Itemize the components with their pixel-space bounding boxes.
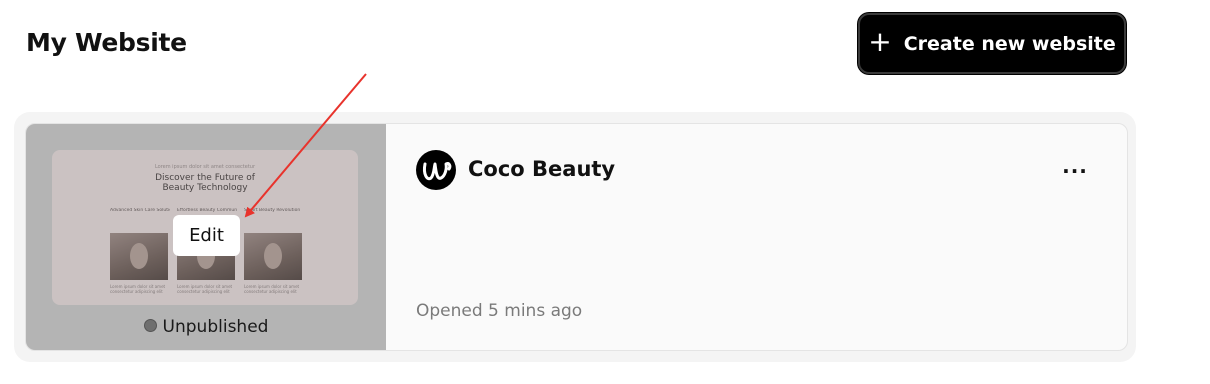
status-label: Unpublished	[162, 317, 269, 337]
plus-icon: +	[868, 25, 892, 58]
publish-status: Unpublished	[26, 317, 386, 337]
create-new-website-label: Create new website	[903, 32, 1116, 55]
site-name[interactable]: Coco Beauty	[468, 157, 615, 181]
status-dot-icon	[143, 319, 157, 332]
website-card[interactable]: Lorem ipsum dolor sit amet consectetur D…	[25, 123, 1128, 351]
create-new-website-button[interactable]: + Create new website	[858, 13, 1126, 74]
more-options-icon[interactable]: ···	[1058, 159, 1092, 183]
edit-button[interactable]: Edit	[173, 215, 240, 256]
page-title: My Website	[26, 28, 187, 57]
last-opened-text: Opened 5 mins ago	[416, 301, 583, 321]
website-preview[interactable]: Lorem ipsum dolor sit amet consectetur D…	[26, 124, 386, 350]
coco-logo-icon	[416, 150, 456, 190]
